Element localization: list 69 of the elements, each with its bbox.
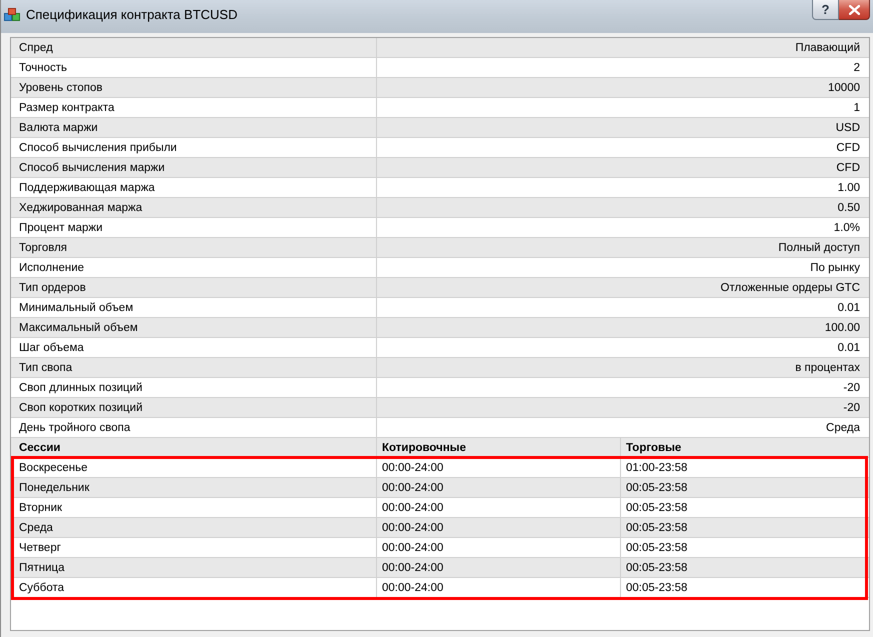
- property-label: Максимальный объем: [19, 322, 138, 334]
- table-cell: 00:00-24:00: [382, 462, 444, 474]
- table-cell: Понедельник: [19, 482, 90, 494]
- table-cell: Суббота: [19, 582, 64, 594]
- property-label: Минимальный объем: [19, 302, 134, 314]
- property-value: Отложенные ордеры GTC: [720, 282, 860, 294]
- property-label: Уровень стопов: [19, 82, 103, 94]
- table-cell: Пятница: [19, 562, 65, 574]
- property-value: 2: [854, 62, 860, 74]
- column-header: Котировочные: [382, 442, 466, 454]
- property-label: Размер контракта: [19, 102, 114, 114]
- property-value: CFD: [836, 162, 860, 174]
- property-value: По рынку: [810, 262, 860, 274]
- property-value: Среда: [826, 422, 860, 434]
- property-label: Спред: [19, 42, 53, 54]
- close-icon: [848, 4, 860, 14]
- property-value: 1.0%: [834, 222, 860, 234]
- property-value: 0.01: [838, 302, 860, 314]
- column-header: Сессии: [19, 442, 60, 454]
- table-cell: 00:05-23:58: [626, 562, 688, 574]
- help-button[interactable]: ?: [812, 0, 839, 20]
- property-value: -20: [843, 402, 860, 414]
- property-label: Способ вычисления прибыли: [19, 142, 177, 154]
- property-label: Хеджированная маржа: [19, 202, 142, 214]
- table-cell: 00:05-23:58: [626, 542, 688, 554]
- close-button[interactable]: [839, 0, 870, 20]
- property-label: День тройного свопа: [19, 422, 130, 434]
- property-label: Своп длинных позиций: [19, 382, 142, 394]
- table-cell: 00:00-24:00: [382, 562, 444, 574]
- property-label: Процент маржи: [19, 222, 103, 234]
- property-value: USD: [836, 122, 860, 134]
- property-label: Шаг объема: [19, 342, 84, 354]
- table-cell: 00:00-24:00: [382, 582, 444, 594]
- property-value: 100.00: [824, 322, 860, 334]
- property-label: Поддерживающая маржа: [19, 182, 155, 194]
- table-cell: Воскресенье: [19, 462, 88, 474]
- table-cell: 00:05-23:58: [626, 522, 688, 534]
- property-label: Исполнение: [19, 262, 84, 274]
- property-label: Способ вычисления маржи: [19, 162, 165, 174]
- table-cell: 01:00-23:58: [626, 462, 688, 474]
- property-label: Торговля: [19, 242, 68, 254]
- property-label: Точность: [19, 62, 68, 74]
- table-cell: 00:00-24:00: [382, 522, 444, 534]
- property-value: CFD: [836, 142, 860, 154]
- property-value: Полный доступ: [778, 242, 860, 254]
- table-cell: 00:00-24:00: [382, 542, 444, 554]
- table-cell: Четверг: [19, 542, 61, 554]
- app-icon: [4, 7, 20, 23]
- property-value: 0.01: [838, 342, 860, 354]
- property-value: -20: [843, 382, 860, 394]
- window-title: Спецификация контракта BTCUSD: [26, 7, 238, 22]
- table-cell: 00:05-23:58: [626, 582, 688, 594]
- property-value: 1.00: [838, 182, 860, 194]
- property-value: 1: [854, 102, 860, 114]
- table-cell: Вторник: [19, 502, 62, 514]
- property-value: Плавающий: [795, 42, 860, 54]
- property-value: 0.50: [838, 202, 860, 214]
- property-label: Тип ордеров: [19, 282, 86, 294]
- table-cell: 00:05-23:58: [626, 502, 688, 514]
- table-cell: 00:00-24:00: [382, 482, 444, 494]
- property-label: Своп коротких позиций: [19, 402, 142, 414]
- property-label: Тип свопа: [19, 362, 72, 374]
- column-header: Торговые: [626, 442, 682, 454]
- table-cell: Среда: [19, 522, 53, 534]
- table-cell: 00:00-24:00: [382, 502, 444, 514]
- property-label: Валюта маржи: [19, 122, 98, 134]
- property-value: в процентах: [795, 362, 860, 374]
- property-value: 10000: [828, 82, 860, 94]
- table-cell: 00:05-23:58: [626, 482, 688, 494]
